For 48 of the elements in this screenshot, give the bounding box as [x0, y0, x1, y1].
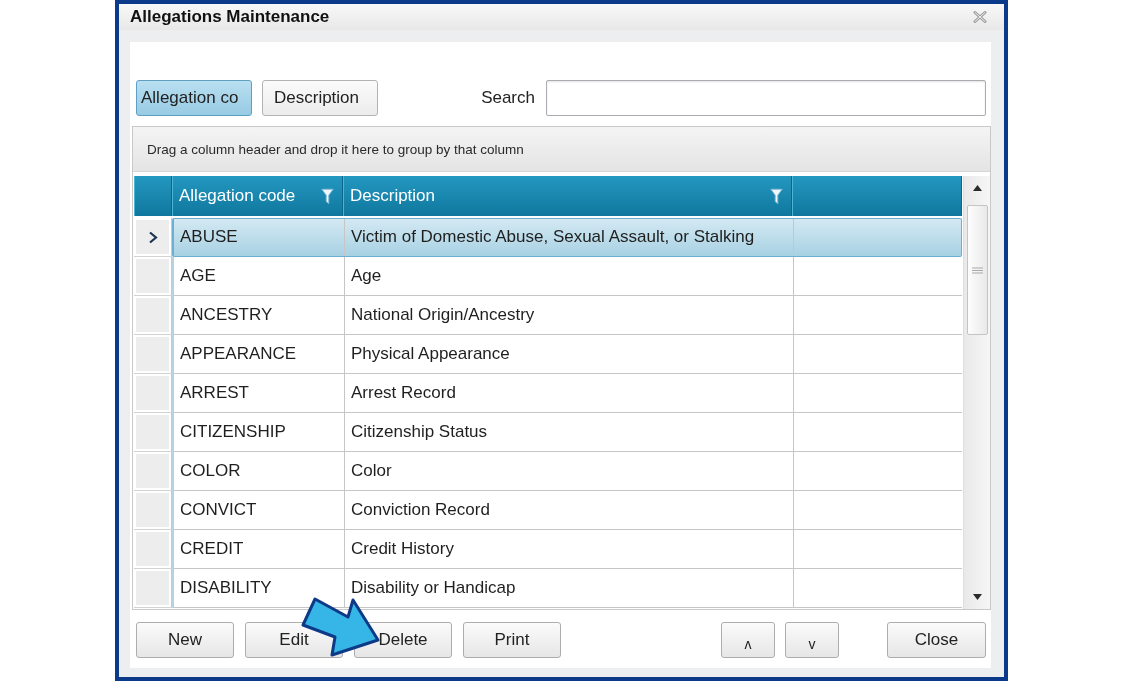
table-row[interactable]: CONVICT Conviction Record: [172, 491, 962, 530]
table-row[interactable]: ANCESTRY National Origin/Ancestry: [172, 296, 962, 335]
close-icon[interactable]: [973, 11, 987, 23]
grip-icon: [971, 266, 983, 274]
header-cell: [134, 176, 172, 216]
table-cell: Conviction Record: [345, 491, 794, 530]
table-cell: Arrest Record: [345, 374, 794, 413]
search-label: Search: [481, 88, 535, 108]
table-cell: Age: [345, 257, 794, 296]
table-cell: COLOR: [174, 452, 345, 491]
move-button[interactable]: v: [785, 622, 839, 658]
action-button[interactable]: New: [136, 622, 234, 658]
search-by-toggle[interactable]: Allegation co: [136, 80, 252, 116]
table-cell: Victim of Domestic Abuse, Sexual Assault, or Stalking: [345, 219, 794, 256]
table-row[interactable]: CITIZENSHIP Citizenship Status: [172, 413, 962, 452]
close-button[interactable]: Close: [887, 622, 986, 658]
group-panel-hint: Drag a column header and drop it here to group by that column: [147, 141, 524, 157]
table-row[interactable]: APPEARANCE Physical Appearance: [172, 335, 962, 374]
column-header[interactable]: Allegation code: [172, 176, 343, 216]
move-button[interactable]: ʌ: [721, 622, 775, 658]
table-row[interactable]: CREDIT Credit History: [172, 530, 962, 569]
table-cell: CONVICT: [174, 491, 345, 530]
table-row[interactable]: ARREST Arrest Record: [172, 374, 962, 413]
table-cell: Physical Appearance: [345, 335, 794, 374]
table-cell: AGE: [174, 257, 345, 296]
scroll-down-icon: [972, 594, 982, 600]
table-cell: CITIZENSHIP: [174, 413, 345, 452]
table-cell: CREDIT: [174, 530, 345, 569]
search-by-toggle[interactable]: Description: [262, 80, 378, 116]
table-row[interactable]: COLOR Color: [172, 452, 962, 491]
table-cell: Credit History: [345, 530, 794, 569]
table-cell: Citizenship Status: [345, 413, 794, 452]
table-row[interactable]: ABUSE Victim of Domestic Abuse, Sexual Assault, or Stalking: [172, 218, 962, 257]
window-title: Allegations Maintenance: [130, 7, 330, 27]
filter-icon[interactable]: [770, 187, 783, 205]
row-indicator[interactable]: [134, 218, 172, 257]
table-cell: APPEARANCE: [174, 335, 345, 374]
filter-icon[interactable]: [321, 187, 334, 205]
scrollbar-thumb[interactable]: [966, 205, 988, 335]
table-cell: National Origin/Ancestry: [345, 296, 794, 335]
table-cell: ANCESTRY: [174, 296, 345, 335]
table-cell: ARREST: [174, 374, 345, 413]
scroll-up-icon: [972, 185, 982, 191]
table-cell: ABUSE: [174, 219, 345, 256]
search-field[interactable]: [546, 80, 986, 116]
action-button[interactable]: Print: [463, 622, 561, 658]
table-cell: Color: [345, 452, 794, 491]
table-row[interactable]: AGE Age: [172, 257, 962, 296]
